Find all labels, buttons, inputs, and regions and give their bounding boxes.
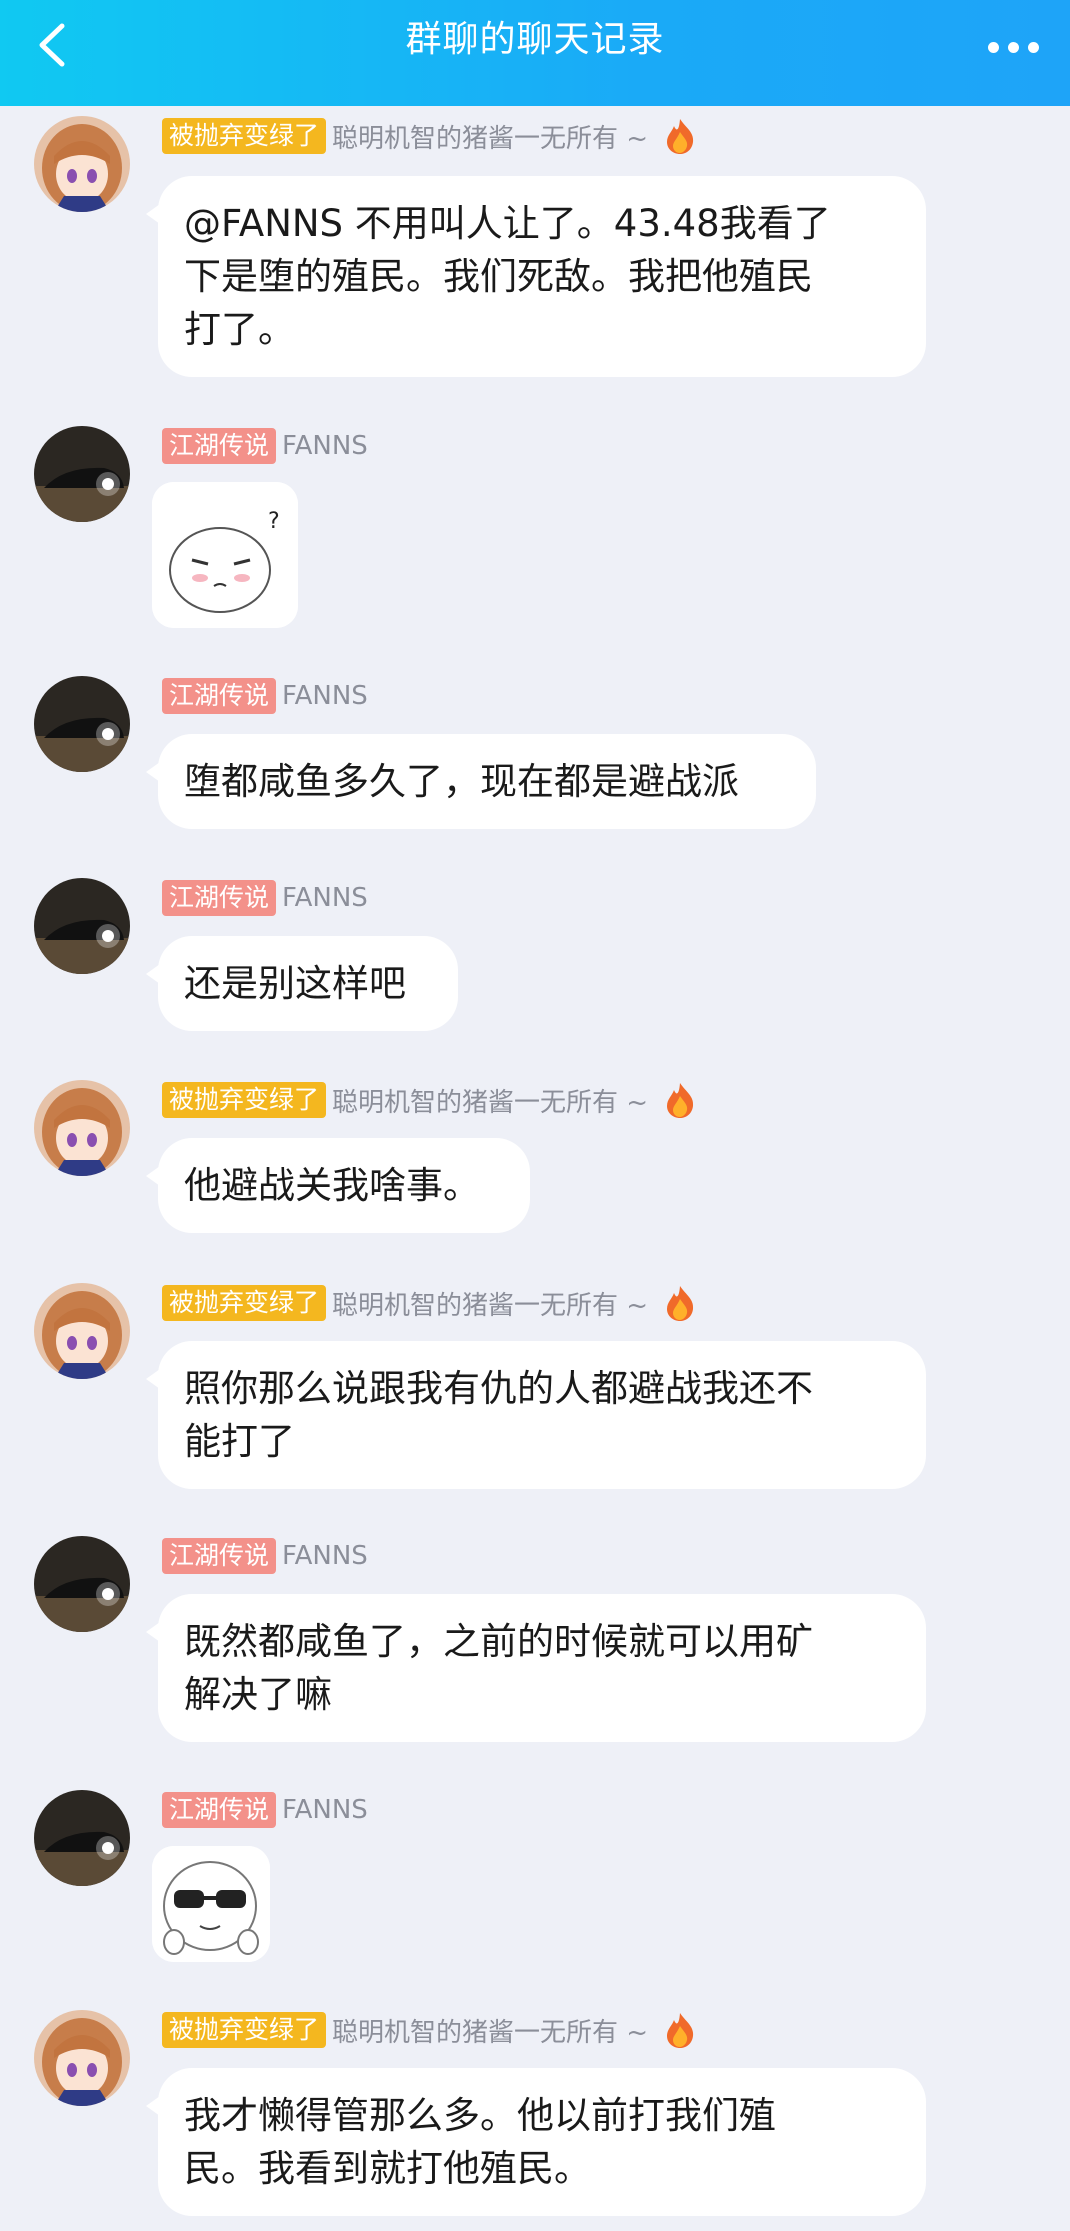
flame-icon <box>667 2013 694 2048</box>
message-bubble[interactable]: 照你那么说跟我有仇的人都避战我还不 能打了 <box>146 1341 926 1489</box>
message-line: 解决了嘛 <box>184 1673 332 1716</box>
avatar-car-icon[interactable] <box>34 878 130 974</box>
user-title-badge: 被抛弃变绿了 <box>162 118 327 154</box>
sender-name[interactable]: FANNS <box>282 1795 368 1825</box>
sender-info: 被抛弃变绿了 聪明机智的猪酱一无所有 ~ <box>162 2010 700 2050</box>
sender-info: 江湖传说 FANNS <box>162 426 368 466</box>
avatar-car-icon[interactable] <box>34 1536 130 1632</box>
sender-info: 江湖传说 FANNS <box>162 878 368 918</box>
message-line: 还是别这样吧 <box>184 962 406 1005</box>
avatar-car-icon[interactable] <box>34 676 130 772</box>
sender-name[interactable]: 聪明机智的猪酱一无所有 ~ <box>332 1285 648 1322</box>
user-title-badge: 被抛弃变绿了 <box>162 2012 327 2048</box>
sender-name[interactable]: 聪明机智的猪酱一无所有 ~ <box>332 1082 648 1119</box>
message-line: 他避战关我啥事。 <box>184 1164 480 1207</box>
avatar-anime-girl-icon[interactable] <box>34 2010 130 2106</box>
sender-info: 被抛弃变绿了 聪明机智的猪酱一无所有 ~ <box>162 1283 700 1323</box>
page-title: 群聊的聊天记录 <box>405 19 665 60</box>
message-bubble[interactable]: 既然都咸鱼了，之前的时候就可以用矿 解决了嘛 <box>146 1594 926 1742</box>
sender-info: 被抛弃变绿了 聪明机智的猪酱一无所有 ~ <box>162 1080 700 1120</box>
flame-icon <box>667 119 694 154</box>
message-bubble[interactable]: 他避战关我啥事。 <box>146 1138 530 1233</box>
sender-info: 江湖传说 FANNS <box>162 1536 368 1576</box>
sender-info: 江湖传说 FANNS <box>162 1790 368 1830</box>
message-bubble[interactable]: 堕都咸鱼多久了，现在都是避战派 <box>146 734 816 829</box>
message-line: 既然都咸鱼了，之前的时候就可以用矿 <box>184 1620 813 1663</box>
title-bar: 群聊的聊天记录 <box>0 0 1070 106</box>
avatar-car-icon[interactable] <box>34 426 130 522</box>
sunglasses-face-sticker[interactable] <box>152 1846 270 1962</box>
user-title-badge: 江湖传说 <box>162 1792 277 1828</box>
message-line: 照你那么说跟我有仇的人都避战我还不 <box>184 1367 813 1410</box>
message-bubble[interactable]: @FANNS 不用叫人让了。43.48我看了 下是堕的殖民。我们死敌。我把他殖民… <box>146 176 926 377</box>
user-title-badge: 被抛弃变绿了 <box>162 1285 327 1321</box>
sender-name[interactable]: FANNS <box>282 681 368 711</box>
message-line: 下是堕的殖民。我们死敌。我把他殖民 <box>184 255 813 298</box>
message-line: 堕都咸鱼多久了，现在都是避战派 <box>184 760 739 803</box>
avatar-anime-girl-icon[interactable] <box>34 1080 130 1176</box>
message-line: 能打了 <box>184 1420 295 1463</box>
sender-name[interactable]: 聪明机智的猪酱一无所有 ~ <box>332 118 648 155</box>
sender-info: 江湖传说 FANNS <box>162 676 368 716</box>
more-options-icon[interactable] <box>988 26 1040 66</box>
flame-icon <box>667 1083 694 1118</box>
message-line: @FANNS 不用叫人让了。43.48我看了 <box>184 202 831 245</box>
sender-name[interactable]: FANNS <box>282 431 368 461</box>
sender-name[interactable]: FANNS <box>282 883 368 913</box>
user-title-badge: 江湖传说 <box>162 428 277 464</box>
user-title-badge: 江湖传说 <box>162 1538 277 1574</box>
svg-text:?: ? <box>268 509 280 534</box>
sender-info: 被抛弃变绿了 聪明机智的猪酱一无所有 ~ <box>162 116 700 156</box>
message-line: 民。我看到就打他殖民。 <box>184 2147 591 2190</box>
avatar-anime-girl-icon[interactable] <box>34 1283 130 1379</box>
confused-face-sticker[interactable]: ? <box>152 482 298 628</box>
user-title-badge: 江湖传说 <box>162 678 277 714</box>
message-line: 打了。 <box>184 308 295 351</box>
user-title-badge: 被抛弃变绿了 <box>162 1082 327 1118</box>
message-line: 我才懒得管那么多。他以前打我们殖 <box>184 2094 776 2137</box>
avatar-car-icon[interactable] <box>34 1790 130 1886</box>
sender-name[interactable]: 聪明机智的猪酱一无所有 ~ <box>332 2012 648 2049</box>
sender-name[interactable]: FANNS <box>282 1541 368 1571</box>
message-bubble[interactable]: 我才懒得管那么多。他以前打我们殖 民。我看到就打他殖民。 <box>146 2068 926 2216</box>
avatar-anime-girl-icon[interactable] <box>34 116 130 212</box>
flame-icon <box>667 1286 694 1321</box>
user-title-badge: 江湖传说 <box>162 880 277 916</box>
message-bubble[interactable]: 还是别这样吧 <box>146 936 458 1031</box>
